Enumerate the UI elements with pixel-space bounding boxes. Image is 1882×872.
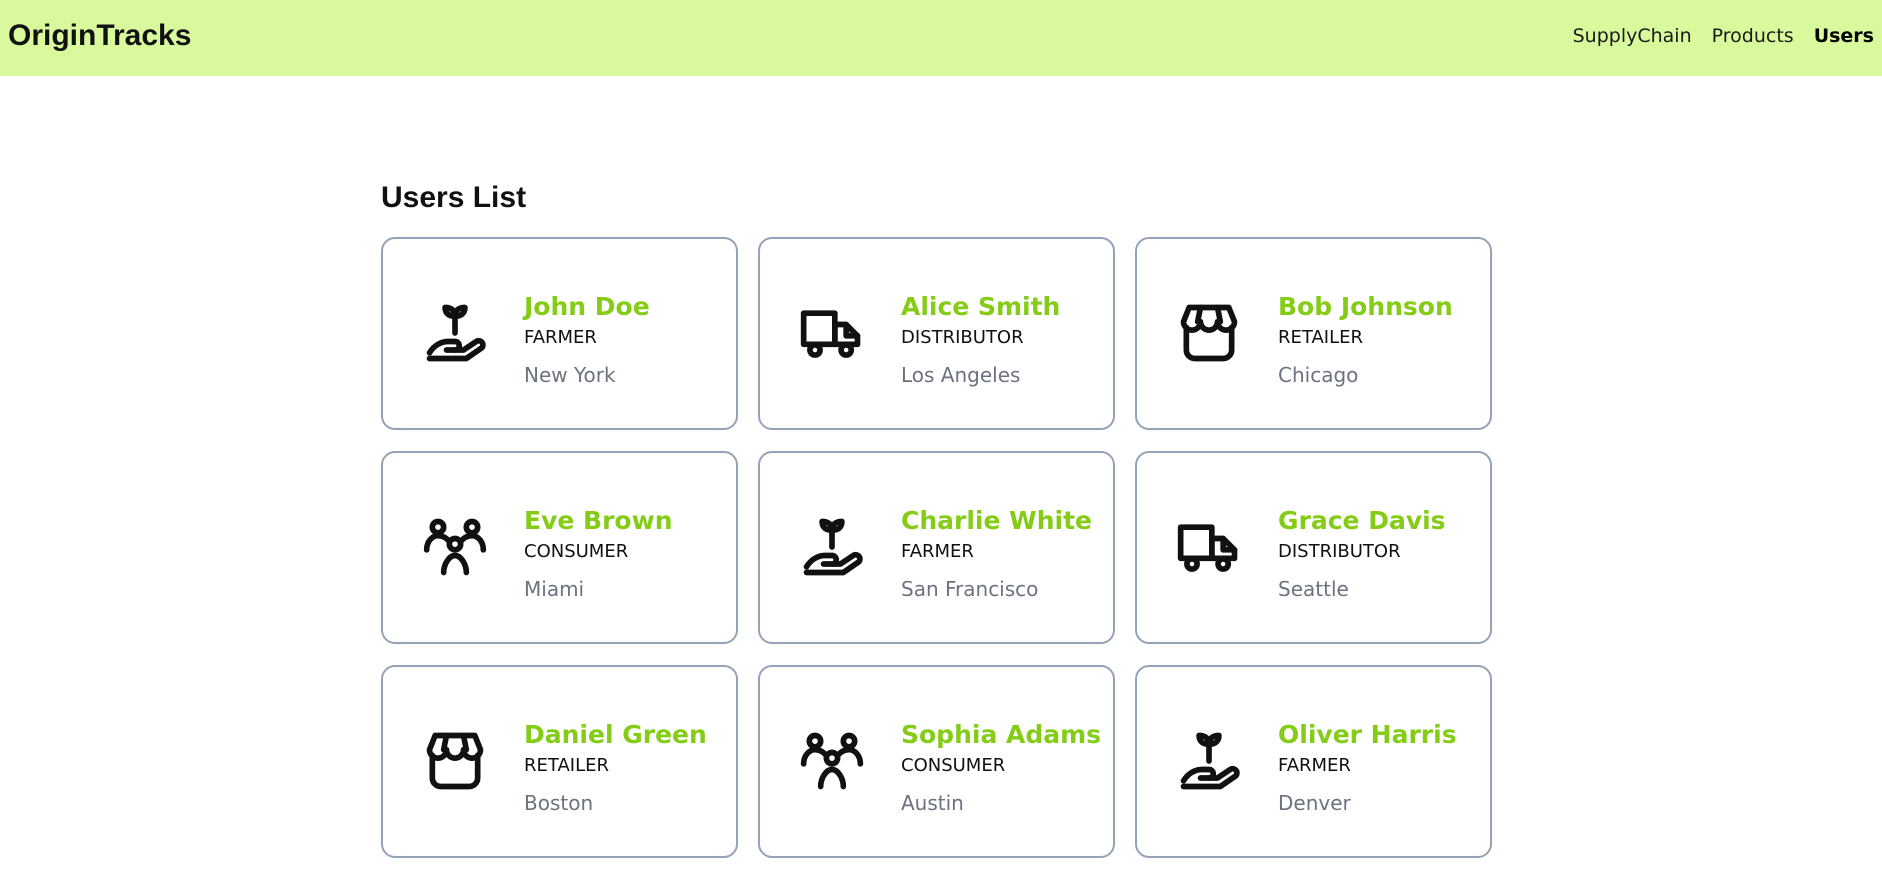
user-city: New York	[524, 363, 616, 387]
user-role: CONSUMER	[524, 541, 629, 562]
user-name: Alice Smith	[901, 292, 1061, 321]
user-city: Los Angeles	[901, 363, 1021, 387]
nav-link-products[interactable]: Products	[1712, 22, 1794, 50]
user-card[interactable]: Grace Davis DISTRIBUTOR Seattle	[1135, 451, 1492, 644]
user-name: Bob Johnson	[1278, 292, 1453, 321]
user-role: DISTRIBUTOR	[901, 327, 1024, 348]
user-city: Chicago	[1278, 363, 1359, 387]
user-city: Seattle	[1278, 577, 1349, 601]
user-card[interactable]: Oliver Harris FARMER Denver	[1135, 665, 1492, 858]
plant-in-hand-icon	[1175, 727, 1243, 795]
main-nav: SupplyChain Products Users	[1573, 22, 1874, 50]
user-role: RETAILER	[1278, 327, 1364, 348]
user-name: Grace Davis	[1278, 506, 1446, 535]
user-card[interactable]: John Doe FARMER New York	[381, 237, 738, 430]
truck-icon	[1175, 513, 1243, 581]
user-name: Oliver Harris	[1278, 720, 1457, 749]
plant-in-hand-icon	[421, 299, 489, 367]
user-name: Charlie White	[901, 506, 1092, 535]
user-city: San Francisco	[901, 577, 1039, 601]
users-group-icon	[421, 513, 489, 581]
nav-link-supplychain[interactable]: SupplyChain	[1573, 22, 1692, 50]
user-card[interactable]: Daniel Green RETAILER Boston	[381, 665, 738, 858]
user-name: Sophia Adams	[901, 720, 1102, 749]
user-card[interactable]: Charlie White FARMER San Francisco	[758, 451, 1115, 644]
top-navbar: OriginTracks SupplyChain Products Users	[0, 0, 1882, 76]
storefront-icon	[1175, 299, 1243, 367]
user-city: Miami	[524, 577, 585, 601]
user-city: Austin	[901, 791, 964, 815]
page-title: Users List	[381, 181, 527, 214]
users-group-icon	[798, 727, 866, 795]
user-role: FARMER	[524, 327, 597, 348]
user-role: CONSUMER	[901, 755, 1006, 776]
user-role: RETAILER	[524, 755, 610, 776]
user-role: FARMER	[1278, 755, 1351, 776]
brand-logo-link[interactable]: OriginTracks	[8, 19, 191, 53]
user-card[interactable]: Alice Smith DISTRIBUTOR Los Angeles	[758, 237, 1115, 430]
user-card[interactable]: Bob Johnson RETAILER Chicago	[1135, 237, 1492, 430]
user-card[interactable]: Sophia Adams CONSUMER Austin	[758, 665, 1115, 858]
user-name: John Doe	[524, 292, 650, 321]
user-city: Denver	[1278, 791, 1351, 815]
user-name: Daniel Green	[524, 720, 707, 749]
user-role: DISTRIBUTOR	[1278, 541, 1401, 562]
user-role: FARMER	[901, 541, 974, 562]
truck-icon	[798, 299, 866, 367]
user-card[interactable]: Eve Brown CONSUMER Miami	[381, 451, 738, 644]
nav-link-users[interactable]: Users	[1814, 22, 1874, 50]
plant-in-hand-icon	[798, 513, 866, 581]
users-grid: John Doe FARMER New York Alice Smith DISTRI…	[381, 237, 1492, 858]
user-name: Eve Brown	[524, 506, 673, 535]
user-city: Boston	[524, 791, 594, 815]
storefront-icon	[421, 727, 489, 795]
